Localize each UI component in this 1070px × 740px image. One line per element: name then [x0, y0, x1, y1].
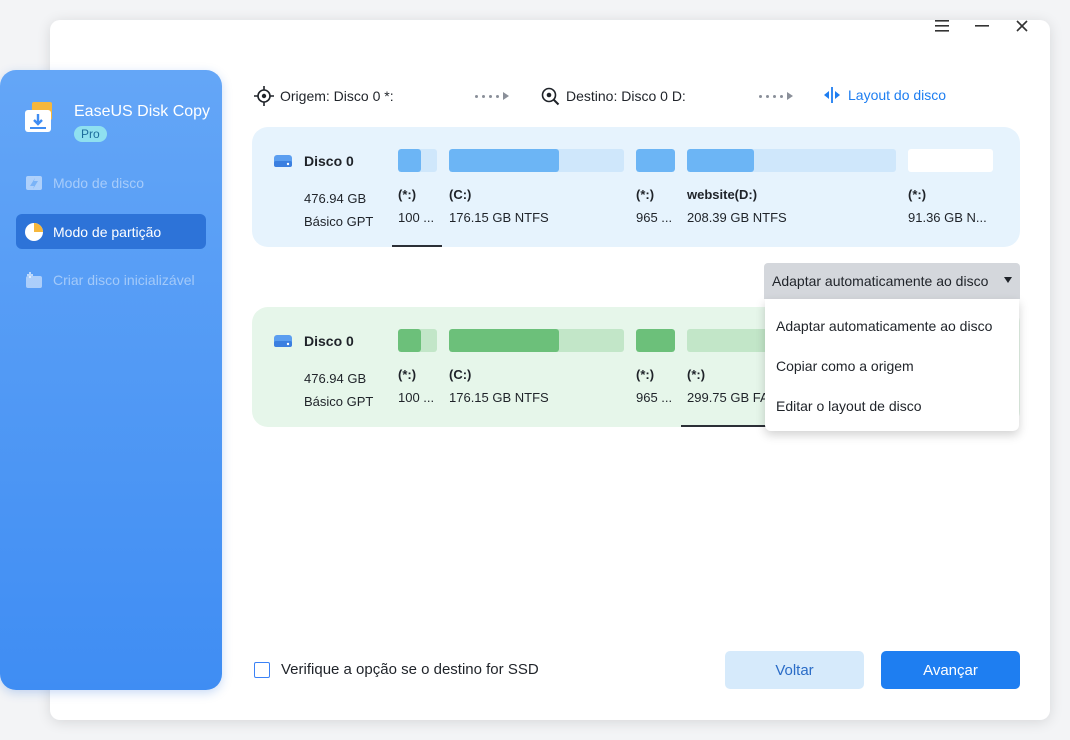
menu-item-auto-fit[interactable]: Adaptar automaticamente ao disco — [765, 306, 1019, 346]
partition-fill — [687, 149, 754, 172]
caret-down-icon — [1004, 277, 1012, 283]
disk-mode-icon — [24, 173, 44, 193]
partition[interactable]: website(D:) 208.39 GB NTFS — [687, 149, 896, 225]
ssd-checkbox[interactable] — [254, 661, 270, 678]
partition-size: 299.75 GB FA — [687, 390, 769, 405]
source-indicator: Origem: Disco 0 *: — [254, 86, 394, 106]
disk-layout-step[interactable]: Layout do disco — [822, 86, 946, 104]
disk-size: 476.94 GB — [304, 191, 367, 206]
disk-name: Disco 0 — [304, 153, 354, 169]
layout-dropdown[interactable]: Adaptar automaticamente ao disco — [764, 263, 1020, 299]
destination-disk-header: Disco 0 — [274, 333, 354, 349]
partition-label: (*:) — [908, 187, 927, 202]
easeus-logo-icon — [25, 102, 52, 132]
partition-fill — [449, 149, 560, 172]
ssd-option[interactable]: Verifique a opção se o destino for SSD — [254, 661, 539, 678]
sidebar-item-disk-mode[interactable]: Modo de disco — [16, 165, 206, 200]
minimize-icon[interactable] — [972, 16, 992, 36]
sidebar-item-label: Criar disco inicializável — [53, 271, 195, 288]
hard-disk-icon — [274, 155, 292, 167]
partition-label: (*:) — [636, 367, 655, 382]
partition-label: (*:) — [636, 187, 655, 202]
partition-fill — [636, 149, 675, 172]
sidebar: EaseUS Disk Copy Pro Modo de disco Modo … — [0, 70, 222, 690]
brand: EaseUS Disk Copy Pro — [22, 100, 210, 143]
partition-size: 965 ... — [636, 390, 673, 405]
hamburger-icon[interactable] — [932, 16, 952, 36]
partition-label: (C:) — [449, 367, 472, 382]
partition[interactable]: (*:) 91.36 GB N... — [908, 149, 993, 225]
sidebar-item-partition-mode[interactable]: Modo de partição — [16, 214, 206, 249]
partition-size: 100 ... — [398, 210, 435, 225]
destination-indicator: Destino: Disco 0 D: — [540, 86, 686, 106]
partition-size: 100 ... — [398, 390, 435, 405]
app-name: EaseUS Disk Copy — [74, 103, 211, 120]
layout-label: Layout do disco — [848, 87, 947, 103]
layout-dropdown-menu: Adaptar automaticamente ao disco Copiar … — [765, 299, 1019, 431]
sidebar-item-label: Modo de disco — [53, 174, 145, 191]
partition[interactable]: (C:) 176.15 GB NTFS — [449, 149, 624, 225]
layout-arrows-icon — [824, 87, 840, 103]
partition-fill — [398, 329, 422, 352]
menu-item-edit-layout[interactable]: Editar o layout de disco — [765, 386, 1019, 426]
partition-bar — [449, 149, 624, 172]
source-disk-info: 476.94 GB Básico GPT — [304, 187, 373, 233]
source-label: Origem: Disco 0 *: — [280, 88, 394, 104]
partition[interactable]: (*:) 100 ... — [392, 149, 442, 247]
partition-bar — [908, 149, 993, 172]
partition-label: (*:) — [398, 187, 417, 202]
destination-disk-info: 476.94 GB Básico GPT — [304, 367, 373, 413]
partition-fill — [636, 329, 675, 352]
arrow-dots-icon — [475, 92, 509, 100]
source-disk-card[interactable]: Disco 0 476.94 GB Básico GPT (*:) 100 ..… — [252, 127, 1020, 247]
partition[interactable]: (*:) 965 ... — [636, 149, 675, 225]
partition-bar — [449, 329, 624, 352]
partition-size: 965 ... — [636, 210, 673, 225]
partition-label: (*:) — [687, 367, 706, 382]
partition-size: 176.15 GB NTFS — [449, 390, 549, 405]
partition[interactable]: (*:) 965 ... — [636, 329, 675, 405]
disk-name: Disco 0 — [304, 333, 354, 349]
source-crosshair-icon — [254, 86, 274, 106]
partition-size: 176.15 GB NTFS — [449, 210, 549, 225]
disk-type: Básico GPT — [304, 394, 374, 409]
partition-bar — [636, 149, 675, 172]
partition-bar — [636, 329, 675, 352]
pro-badge: Pro — [74, 126, 107, 142]
partition[interactable]: (*:) 100 ... — [398, 329, 437, 405]
layout-dropdown-value: Adaptar automaticamente ao disco — [772, 273, 989, 289]
close-icon[interactable] — [1012, 16, 1032, 36]
sidebar-item-bootable-disk[interactable]: Criar disco inicializável — [16, 262, 206, 297]
partition-label: (C:) — [449, 187, 472, 202]
disk-size: 476.94 GB — [304, 371, 367, 386]
ssd-checkbox-label: Verifique a opção se o destino for SSD — [281, 661, 539, 678]
partition-fill — [398, 149, 422, 172]
partition-size: 208.39 GB NTFS — [687, 210, 787, 225]
partition-bar — [398, 149, 437, 172]
partition-bar — [687, 149, 896, 172]
partition[interactable]: (C:) 176.15 GB NTFS — [449, 329, 624, 405]
hard-disk-icon — [274, 335, 292, 347]
pie-partition-icon — [24, 222, 44, 242]
arrow-dots-icon — [759, 92, 793, 100]
disk-type: Básico GPT — [304, 214, 374, 229]
sidebar-item-label: Modo de partição — [53, 223, 162, 240]
back-button[interactable]: Voltar — [725, 651, 864, 689]
source-disk-header: Disco 0 — [274, 153, 354, 169]
destination-label: Destino: Disco 0 D: — [566, 88, 686, 104]
partition-label: (*:) — [398, 367, 417, 382]
partition-size: 91.36 GB N... — [908, 210, 987, 225]
next-button[interactable]: Avançar — [881, 651, 1020, 689]
destination-search-icon — [541, 87, 560, 106]
partition-fill — [449, 329, 560, 352]
partition-bar — [398, 329, 437, 352]
partition-label: website(D:) — [687, 187, 758, 202]
menu-item-copy-as-source[interactable]: Copiar como a origem — [765, 346, 1019, 386]
bootable-disk-icon — [24, 270, 44, 290]
